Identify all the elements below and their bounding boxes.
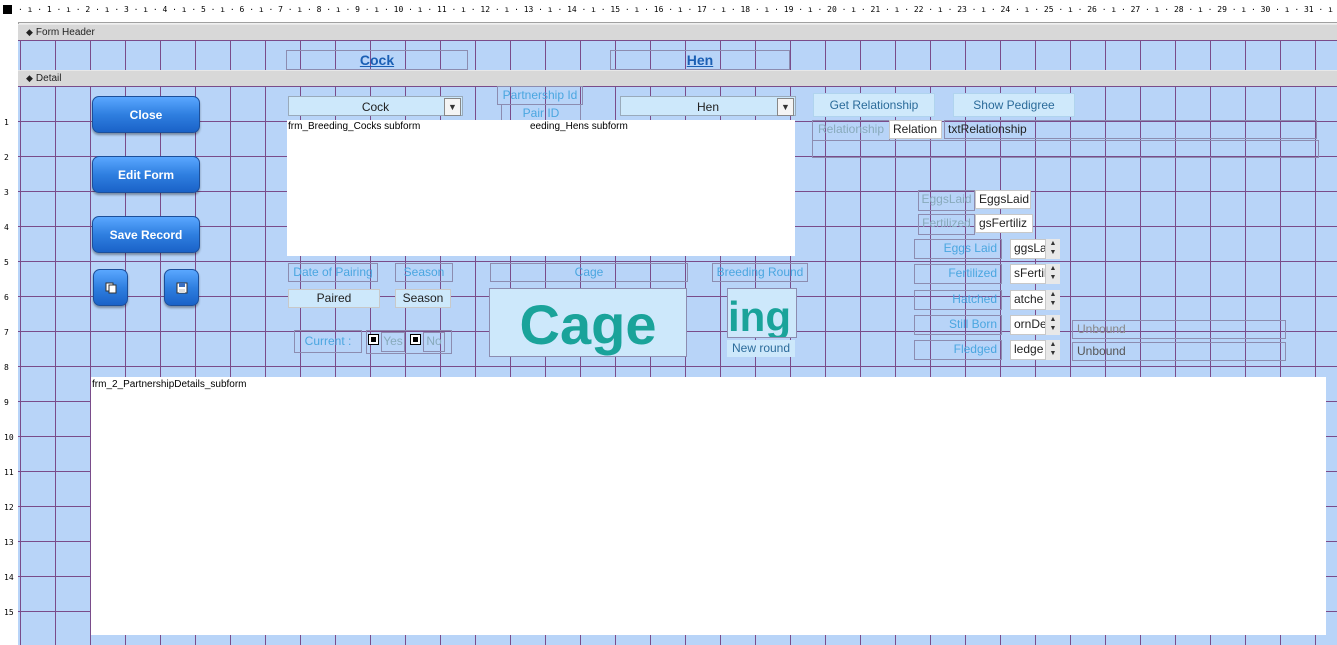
yes-label: Yes — [381, 332, 405, 352]
vruler-num: 7 — [4, 328, 9, 337]
date-of-pairing-label: Date of Pairing — [288, 263, 378, 282]
eggs-laid-field[interactable]: ggsLa — [1010, 239, 1046, 259]
vruler-num: 9 — [4, 398, 9, 407]
vruler-num: 10 — [4, 433, 14, 442]
no-checkbox[interactable] — [410, 334, 421, 345]
relationship-extra-box — [812, 140, 1319, 158]
cock-header-link-box[interactable]: Cock — [286, 50, 468, 70]
horizontal-ruler: · ı · 1 · ı · 2 · ı · 3 · ı · 4 · ı · 5 … — [0, 0, 1337, 23]
fertilized-field[interactable]: sFertil — [1010, 264, 1046, 284]
no-label: No — [423, 332, 445, 352]
hen-combo[interactable]: Hen ▼ — [620, 96, 796, 116]
cage-label: Cage — [490, 263, 688, 282]
partnership-subform-label: frm_2_PartnershipDetails_subform — [92, 379, 247, 390]
new-round-button[interactable]: New round — [727, 340, 795, 357]
cocks-subform-label: frm_Breeding_Cocks subform — [288, 121, 421, 132]
partnership-details-subform[interactable]: frm_2_PartnershipDetails_subform — [91, 377, 1326, 635]
hen-header-link-box[interactable]: Hen — [610, 50, 790, 70]
vruler-num: 11 — [4, 468, 14, 477]
hen-combo-value: Hen — [696, 100, 719, 114]
still-born-label: Still Born — [914, 315, 1002, 335]
eggs-laid-top-label: EggsLaid — [918, 190, 975, 211]
yes-checkbox[interactable] — [368, 334, 379, 345]
form-header-bar[interactable]: ◆ Form Header — [18, 24, 1337, 41]
vruler-num: 8 — [4, 363, 9, 372]
chevron-down-icon[interactable]: ▼ — [777, 98, 794, 116]
breeding-round-label: Breeding Round — [712, 263, 808, 282]
cage-field[interactable]: Cage — [489, 288, 687, 357]
ruler-corner-select[interactable] — [3, 5, 12, 14]
fledged-field[interactable]: ledge — [1010, 340, 1046, 360]
detail-bar[interactable]: ◆ Detail — [18, 70, 1337, 87]
eggs-laid-label: Eggs Laid — [914, 239, 1002, 259]
unbound-field-1[interactable]: Unbound — [1072, 320, 1286, 339]
detail-label: Detail — [35, 73, 62, 84]
breeding-round-field[interactable]: ing — [727, 288, 797, 338]
vruler-num: 4 — [4, 223, 9, 232]
unbound-field-2[interactable]: Unbound — [1072, 342, 1286, 361]
fledged-spinner[interactable]: ▲ ▼ — [1046, 340, 1060, 360]
fertilized-label: Fertilized — [914, 264, 1002, 284]
breeding-subform-area[interactable]: frm_Breeding_Cocks subform eeding_Hens s… — [287, 120, 795, 256]
season-field[interactable]: Season — [395, 289, 451, 308]
ruler-ticks: · ı · 1 · ı · 2 · ı · 3 · ı · 4 · ı · 5 … — [18, 5, 1337, 14]
eggs-laid-spinner[interactable]: ▲ ▼ — [1046, 239, 1060, 259]
hatched-field[interactable]: atche — [1010, 290, 1046, 310]
hens-subform-label: eeding_Hens subform — [530, 121, 628, 132]
season-label: Season — [395, 263, 453, 282]
detail-grid: Close Edit Form Save Record Cock ▼ Partn… — [18, 86, 1337, 645]
vruler-num: 12 — [4, 503, 14, 512]
hen-header-link[interactable]: Hen — [687, 52, 713, 68]
form-header-grid: Cock Hen — [18, 40, 1337, 70]
vruler-num: 3 — [4, 188, 9, 197]
vruler-num: 6 — [4, 293, 9, 302]
copy-record-icon — [105, 282, 116, 293]
vruler-num: 14 — [4, 573, 14, 582]
vertical-ruler: 1 2 3 4 5 6 7 8 9 10 11 12 13 14 15 — [0, 22, 19, 645]
edit-form-button[interactable]: Edit Form — [92, 156, 200, 193]
still-born-field[interactable]: ornDe — [1010, 315, 1046, 335]
save-record-button[interactable]: Save Record — [92, 216, 200, 253]
chevron-down-icon[interactable]: ▼ — [444, 98, 461, 116]
section-collapse-icon: ◆ — [26, 73, 33, 83]
form-header-label: Form Header — [35, 27, 95, 38]
save-disk-icon — [176, 282, 187, 293]
show-pedigree-button[interactable]: Show Pedigree — [953, 93, 1075, 117]
vruler-num: 1 — [4, 118, 9, 127]
txt-relationship-field[interactable]: txtRelationship — [944, 120, 1317, 139]
hatched-label: Hatched — [914, 290, 1002, 310]
copy-record-button[interactable] — [93, 269, 128, 306]
vruler-num: 2 — [4, 153, 9, 162]
partnership-id-label: Partnership Id — [497, 86, 583, 105]
vruler-num: 5 — [4, 258, 9, 267]
hatched-spinner[interactable]: ▲ ▼ — [1046, 290, 1060, 310]
fertilized-spinner[interactable]: ▲ ▼ — [1046, 264, 1060, 284]
eggs-laid-top-field[interactable]: EggsLaid — [975, 190, 1031, 209]
date-of-pairing-field[interactable]: Paired — [288, 289, 380, 308]
relation-field[interactable]: Relation — [889, 120, 942, 139]
vruler-num: 15 — [4, 608, 14, 617]
fledged-label: Fledged — [914, 340, 1002, 360]
section-collapse-icon: ◆ — [26, 27, 33, 37]
cock-combo-value: Cock — [361, 100, 390, 114]
current-label: Current : — [294, 330, 362, 353]
save-icon-button[interactable] — [164, 269, 199, 306]
fertilized-top-field[interactable]: gsFertiliz — [975, 214, 1033, 233]
cock-header-link[interactable]: Cock — [360, 52, 394, 68]
relationship-label: Relationship — [812, 120, 890, 141]
vruler-num: 13 — [4, 538, 14, 547]
still-born-spinner[interactable]: ▲ ▼ — [1046, 315, 1060, 335]
cock-combo[interactable]: Cock ▼ — [288, 96, 463, 116]
get-relationship-button[interactable]: Get Relationship — [813, 93, 935, 117]
fertilized-top-label: Fertilized — [918, 214, 975, 235]
close-button[interactable]: Close — [92, 96, 200, 133]
